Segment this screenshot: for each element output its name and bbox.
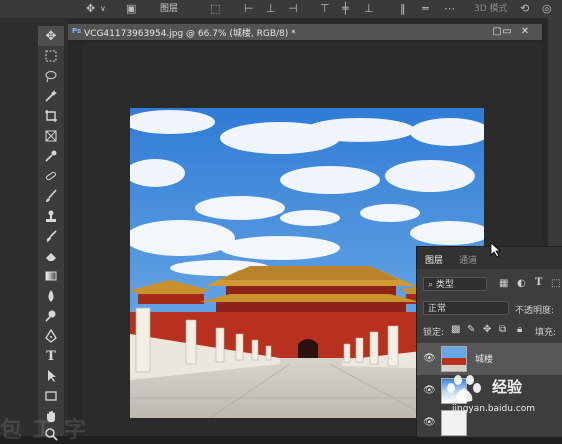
visibility-eye-icon[interactable]: 👁︎ [423,353,436,364]
more-options-icon[interactable]: ⋯ [444,2,455,16]
crop-tool-icon[interactable] [38,106,64,126]
eraser-tool-icon[interactable] [38,246,64,266]
adjustment-filter-icon[interactable]: ◐ [517,278,526,289]
mouse-cursor-icon [490,242,502,262]
document-title: VCG41173963954.jpg @ 66.7% (城楼, RGB/8) * [84,29,296,39]
opacity-label: 不透明度: [515,306,555,316]
clone-stamp-icon[interactable] [38,206,64,226]
close-button[interactable]: ✕ [518,25,532,38]
blur-tool-icon[interactable] [38,286,64,306]
lock-row: 锁定: ▩ ✎ ✥ ⧉ 🔒︎ 填充: [417,323,562,339]
document-tab[interactable]: Ps VCG41173963954.jpg @ 66.7% (城楼, RGB/8… [68,24,542,41]
layer-name: 城楼 [475,355,494,365]
move-tool-icon[interactable]: ✥ [86,2,95,16]
3d-mode-label: 3D 模式 [474,4,508,14]
baidu-watermark: 经验 jingyan.baidu.com [440,374,540,420]
visibility-eye-icon[interactable]: 👁︎ [423,385,436,396]
chevron-down-icon[interactable]: ∨ [100,2,106,16]
align-left-icon[interactable]: ⊢ [244,2,254,16]
history-brush-icon[interactable] [38,226,64,246]
frame-tool-icon[interactable] [38,126,64,146]
type-filter-icon[interactable]: T [535,277,542,288]
watermark-url: jingyan.baidu.com [452,404,536,414]
layer-row-selected[interactable]: 👁︎ 城楼 [417,343,562,375]
magic-wand-icon[interactable] [38,86,64,106]
rectangle-tool-icon[interactable] [38,386,64,406]
lock-transparent-icon[interactable]: ▩ [451,324,460,335]
move-tool-icon[interactable]: ✥ [38,26,64,46]
brush-tool-icon[interactable] [38,186,64,206]
gradient-tool-icon[interactable] [38,266,64,286]
toolbar-panel: ✥ T [0,18,68,441]
lock-label: 锁定: [423,328,445,338]
filter-kind-select[interactable]: ⌕ 类型 [423,277,487,291]
search-icon: ⌕ [428,280,434,290]
blend-mode-select[interactable]: 正常 [423,301,509,315]
auto-select-icon[interactable]: ▣ [126,2,136,16]
pixel-filter-icon[interactable]: ▦ [499,278,508,289]
lock-pixels-icon[interactable]: ✎ [467,324,475,335]
shape-filter-icon[interactable]: ⬚ [551,278,560,289]
eyedropper-tool-icon[interactable] [38,146,64,166]
visibility-eye-icon[interactable]: 👁︎ [423,417,436,428]
distribute-top-icon[interactable]: ⊤ [320,2,330,16]
marquee-tool-icon[interactable] [38,46,64,66]
blend-row: 正常 不透明度: [417,301,562,317]
blend-mode-value: 正常 [428,304,447,314]
type-tool-icon[interactable]: T [38,346,64,366]
distribute-middle-icon[interactable]: ╪ [342,2,349,16]
tab-layers[interactable]: 图层 [425,253,443,266]
3d-rotate-icon[interactable]: ⟲ [520,2,529,16]
layer-filter-row: ⌕ 类型 ▦ ◐ T ⬚ [417,277,562,293]
distribute-h-icon[interactable]: ‖ [400,2,406,16]
align-center-icon[interactable]: ⊥ [266,2,276,16]
lock-position-icon[interactable]: ✥ [483,324,491,335]
filter-kind-value: 类型 [435,280,454,290]
restore-button[interactable]: ▢ [490,25,504,38]
layer-thumbnail [441,346,467,372]
distribute-v-icon[interactable]: ═ [422,2,429,16]
layer-select-dropdown[interactable]: 图层 [160,1,178,14]
ps-file-icon: Ps [72,27,82,35]
faded-overlay-text: 包工字 [0,418,97,443]
path-selection-icon[interactable] [38,366,64,386]
fill-label: 填充: [535,328,557,338]
tab-channels[interactable]: 通道 [459,253,477,266]
transform-controls-icon[interactable]: ⬚ [210,2,220,16]
watermark-text-big: 经验 [492,378,523,396]
pen-tool-icon[interactable] [38,326,64,346]
3d-orbit-icon[interactable]: ◎ [542,2,552,16]
tools-strip: ✥ T [38,26,64,441]
align-right-icon[interactable]: ⊣ [288,2,298,16]
lock-all-icon[interactable]: 🔒︎ [517,324,522,335]
baidu-paw-logo [447,375,481,402]
dodge-tool-icon[interactable] [38,306,64,326]
healing-brush-icon[interactable] [38,166,64,186]
lock-artboard-icon[interactable]: ⧉ [499,324,506,335]
distribute-bottom-icon[interactable]: ⊥ [364,2,374,16]
options-bar: ✥ ∨ ▣ 图层 ⬚ ⊢ ⊥ ⊣ ⊤ ╪ ⊥ ‖ ═ ⋯ 3D 模式 ⟲ ◎ [0,0,562,19]
lasso-tool-icon[interactable] [38,66,64,86]
